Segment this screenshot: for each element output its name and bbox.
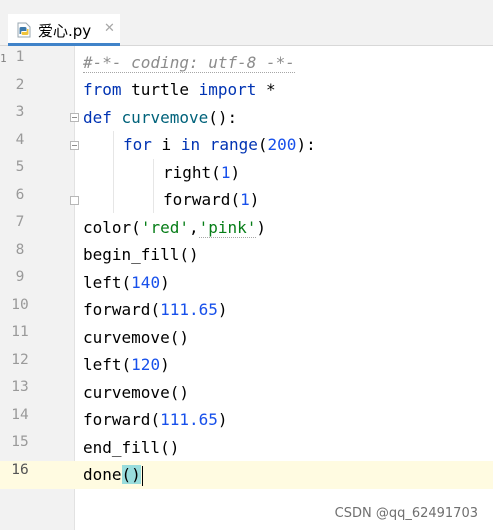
number-literal: 200 [267, 135, 297, 154]
code-line-12[interactable]: left(120) [83, 351, 170, 379]
number-literal: 1 [240, 190, 250, 209]
code-text: (): [208, 108, 238, 127]
code-line-2[interactable]: from turtle import * [83, 76, 276, 104]
code-text: curvemove() [83, 383, 189, 402]
code-line-5[interactable]: right(1) [163, 159, 240, 187]
code-line-15[interactable]: end_fill() [83, 434, 179, 462]
line-number: 10 [11, 297, 29, 313]
line-number: 15 [11, 434, 29, 450]
code-text: ( [150, 410, 161, 429]
tab-filename: 爱心.py [38, 22, 92, 40]
code-line-13[interactable]: curvemove() [83, 379, 189, 407]
code-text: turtle [121, 80, 199, 99]
code-text: end_fill() [83, 438, 180, 457]
code-text: , [188, 218, 199, 237]
number-literal: 1 [220, 163, 231, 182]
editor-tab-bar: 爱心.py ✕ [0, 0, 493, 46]
code-text: left [83, 273, 122, 292]
fold-toggle-icon[interactable] [70, 141, 79, 150]
code-text: ) [256, 218, 267, 237]
line-number: 16 [11, 462, 29, 478]
code-text: ): [296, 135, 316, 154]
code-text: ( [121, 355, 132, 374]
code-text: forward [83, 300, 151, 319]
python-file-icon [17, 22, 31, 38]
keyword: def [83, 108, 112, 127]
builtin-name: range [209, 135, 258, 154]
code-text: curvemove() [83, 328, 189, 347]
code-line-6[interactable]: forward(1) [163, 186, 259, 214]
code-text: ( [150, 300, 161, 319]
code-text: ( [211, 163, 221, 182]
code-text: begin_fill() [83, 245, 199, 264]
code-line-1[interactable]: #-*- coding: utf-8 -*- [83, 49, 295, 77]
code-line-11[interactable]: curvemove() [83, 324, 189, 352]
line-number: 5 [15, 159, 25, 175]
matched-brace: ( [121, 465, 132, 484]
code-text: ( [131, 218, 141, 237]
code-text: * [256, 80, 276, 99]
code-line-4[interactable]: for i in range(200): [123, 131, 316, 159]
current-line-highlight [0, 461, 493, 489]
code-text: ) [217, 300, 228, 319]
code-text: color [83, 218, 132, 237]
indent-guide [113, 131, 114, 213]
editor-tab[interactable]: 爱心.py ✕ [8, 14, 120, 46]
string-literal: 'pink' [198, 218, 257, 238]
number-literal: 111.65 [160, 410, 218, 429]
code-text: right [163, 163, 212, 182]
code-text: i [151, 135, 181, 154]
line-number: 9 [15, 269, 25, 285]
string-literal: 'red' [140, 218, 189, 237]
line-number: 4 [15, 132, 25, 148]
watermark: CSDN @qq_62491703 [334, 506, 478, 521]
line-number: 3 [15, 104, 25, 120]
code-text: ) [160, 273, 170, 292]
keyword: in [180, 135, 201, 154]
code-line-9[interactable]: left(140) [83, 269, 170, 297]
fold-end-icon[interactable] [70, 196, 79, 205]
keyword: for [123, 135, 152, 154]
code-line-7[interactable]: color('red','pink') [83, 214, 266, 242]
code-text: forward [83, 410, 151, 429]
code-line-8[interactable]: begin_fill() [83, 241, 199, 269]
line-number: 6 [15, 187, 25, 203]
code-text: done [83, 465, 122, 484]
code-line-10[interactable]: forward(111.65) [83, 296, 228, 324]
line-number: 8 [15, 242, 25, 258]
code-text: ) [217, 410, 228, 429]
code-line-14[interactable]: forward(111.65) [83, 406, 228, 434]
code-text: ( [121, 273, 132, 292]
line-number: 1 [15, 49, 25, 65]
line-number: 13 [11, 379, 29, 395]
line-number: 2 [15, 77, 25, 93]
keyword: from [83, 80, 122, 99]
code-text: ) [230, 163, 241, 182]
number-literal: 140 [131, 273, 161, 292]
number-literal: 111.65 [160, 300, 218, 319]
line-number: 7 [15, 214, 25, 230]
matched-brace: ) [131, 465, 141, 484]
code-line-16[interactable]: done() [83, 461, 144, 489]
number-literal: 120 [131, 355, 161, 374]
code-text: left [83, 355, 122, 374]
function-name: curvemove [121, 108, 209, 127]
indent-guide [153, 159, 154, 213]
code-line-3[interactable]: def curvemove(): [83, 104, 237, 132]
text-cursor [141, 465, 144, 486]
line-number: 14 [11, 407, 29, 423]
comment: #-*- coding: utf-8 -*- [83, 53, 295, 73]
line-number: 12 [11, 352, 29, 368]
code-text: ) [160, 355, 170, 374]
code-text: ( [257, 135, 268, 154]
code-text: ) [249, 190, 260, 209]
keyword: import [198, 80, 257, 99]
code-text: ( [230, 190, 241, 209]
code-text: forward [163, 190, 231, 209]
fold-toggle-icon[interactable] [70, 113, 79, 122]
line-number: 11 [11, 324, 29, 340]
close-tab-icon[interactable]: ✕ [104, 21, 115, 36]
